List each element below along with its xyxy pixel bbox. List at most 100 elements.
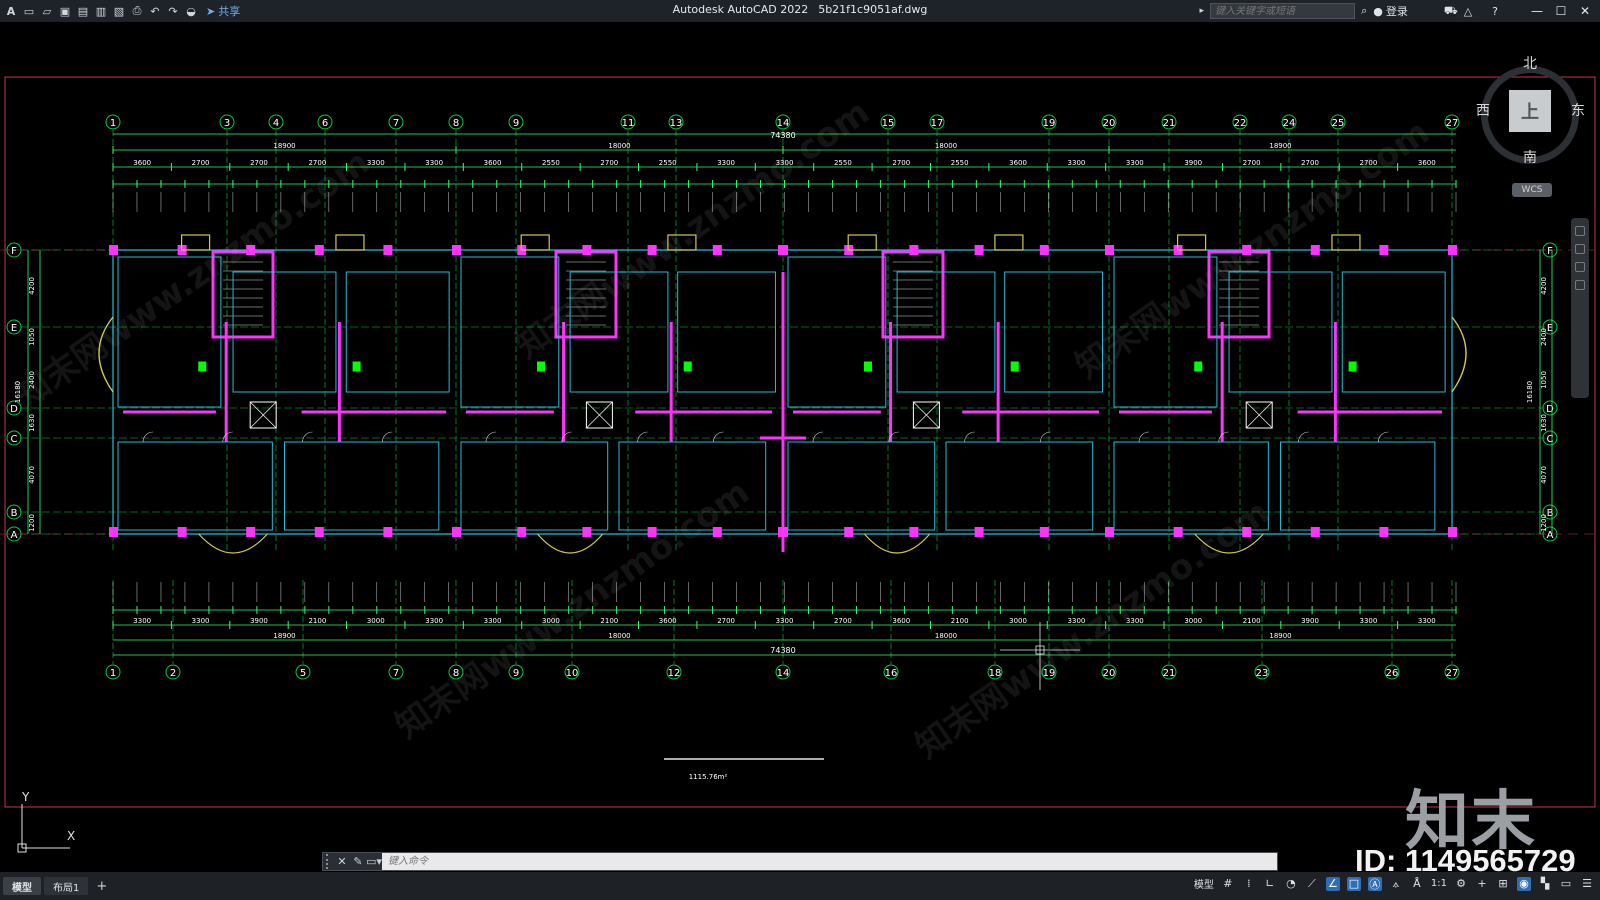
- help-icon[interactable]: ?: [1492, 5, 1498, 18]
- pan-icon[interactable]: [1575, 226, 1585, 236]
- save-as-icon[interactable]: ▤: [76, 4, 90, 18]
- column: [974, 527, 984, 537]
- search-icon[interactable]: ⌕: [1361, 4, 1367, 18]
- view-cube[interactable]: 上 北 南 西 东: [1468, 55, 1593, 180]
- annotation-monitor-icon[interactable]: +: [1475, 877, 1489, 891]
- grid-axis-label: 5: [300, 668, 306, 679]
- autocad-logo-icon[interactable]: A: [4, 4, 18, 18]
- column: [844, 527, 854, 537]
- bay-window: [864, 533, 931, 554]
- redo-icon[interactable]: ↷: [166, 4, 180, 18]
- compass-east[interactable]: 东: [1571, 100, 1585, 120]
- object-snap-tracking-icon[interactable]: ∠: [1325, 876, 1340, 891]
- auto-scale-icon[interactable]: ⟑: [1389, 877, 1403, 891]
- command-prompt-icon[interactable]: ▭▾: [366, 855, 382, 868]
- tab-model[interactable]: 模型: [3, 877, 41, 895]
- wcs-menu-button[interactable]: WCS: [1512, 183, 1552, 197]
- drawing-canvas[interactable]: 1 3 4 6 7 8 9 11 13 14 15 17 19 20 21 22 24 25 27 1 2 5 7 8 9 10 1…: [0, 22, 1600, 872]
- grid-axis-label: 3: [224, 118, 230, 129]
- grid-row-label: F: [11, 246, 17, 257]
- navigation-bar[interactable]: [1571, 218, 1589, 398]
- column: [383, 245, 393, 255]
- mid-dimension: 2700: [600, 159, 618, 167]
- model-space-toggle[interactable]: 模型: [1194, 876, 1214, 891]
- room: [677, 271, 776, 393]
- ortho-icon[interactable]: ∟: [1263, 877, 1277, 891]
- hardware-acceleration-icon[interactable]: ▚: [1538, 877, 1552, 891]
- polar-icon[interactable]: ◔: [1284, 877, 1298, 891]
- autodesk-a360-icon[interactable]: △: [1464, 5, 1472, 18]
- compass-west[interactable]: 西: [1476, 100, 1490, 120]
- plot-preview-icon[interactable]: ▧: [112, 4, 126, 18]
- door-swing: [1378, 431, 1389, 443]
- mid-dimension: 3300: [484, 617, 502, 625]
- balcony: [335, 234, 365, 251]
- column: [582, 245, 592, 255]
- compass-north[interactable]: 北: [1523, 53, 1537, 73]
- grid-axis-label: 21: [1163, 118, 1176, 129]
- object-snap-icon[interactable]: □: [1346, 876, 1361, 891]
- column: [1448, 245, 1457, 255]
- grid-axis-label: 27: [1446, 668, 1459, 679]
- door-swing: [382, 431, 393, 443]
- add-layout-icon[interactable]: +: [96, 879, 107, 894]
- isolate-objects-icon[interactable]: ◉: [1517, 876, 1531, 891]
- save-icon[interactable]: ▣: [58, 4, 72, 18]
- view-cube-top-face[interactable]: 上: [1509, 90, 1551, 132]
- grid-icon[interactable]: #: [1221, 877, 1235, 891]
- workspace-icon[interactable]: ◒: [184, 4, 198, 18]
- mid-dimension: 2100: [951, 617, 969, 625]
- open-folder-icon[interactable]: ▱: [40, 4, 54, 18]
- segment-dimension: 18900: [1269, 142, 1291, 150]
- print-icon[interactable]: ⎙: [130, 4, 144, 18]
- orbit-icon[interactable]: [1575, 262, 1585, 272]
- mid-dimension: 3300: [1418, 617, 1436, 625]
- mid-dimension: 2700: [892, 159, 910, 167]
- cart-icon[interactable]: ⛟: [1444, 4, 1458, 19]
- side-dimension: 1050: [28, 328, 36, 346]
- mid-dimension: 3300: [1126, 159, 1144, 167]
- tab-layout1[interactable]: 布局1: [44, 877, 89, 895]
- column: [314, 245, 324, 255]
- grid-row-label: C: [11, 434, 18, 445]
- publish-icon[interactable]: ▥: [94, 4, 108, 18]
- isodraft-icon[interactable]: ⟋: [1305, 877, 1319, 891]
- annotation-scale-icon[interactable]: Å: [1410, 877, 1424, 891]
- workspace-gear-icon[interactable]: ⚙: [1454, 877, 1468, 891]
- clean-screen-icon[interactable]: ▭: [1559, 877, 1573, 891]
- side-dimension: 4200: [28, 277, 36, 295]
- room: [345, 271, 450, 393]
- showmotion-icon[interactable]: [1575, 280, 1585, 290]
- snap-icon[interactable]: ⁞: [1242, 877, 1256, 891]
- share-button[interactable]: ➤ 共享: [206, 3, 240, 19]
- command-grip-icon[interactable]: [326, 854, 334, 869]
- room: [945, 441, 1094, 531]
- mid-dimension: 3600: [133, 159, 151, 167]
- zoom-icon[interactable]: [1575, 244, 1585, 254]
- search-expand-icon[interactable]: ▸: [1200, 6, 1205, 16]
- grid-axis-label: 15: [882, 118, 895, 129]
- column: [909, 527, 919, 537]
- minimize-button[interactable]: —: [1528, 4, 1546, 18]
- annotation-visibility-icon[interactable]: Ⓐ: [1367, 876, 1382, 891]
- door-swing: [637, 431, 648, 443]
- fixture: [1010, 361, 1019, 372]
- close-button[interactable]: ✕: [1576, 4, 1594, 18]
- new-file-icon[interactable]: ▭: [22, 4, 36, 18]
- undo-icon[interactable]: ↶: [148, 4, 162, 18]
- column: [1039, 245, 1049, 255]
- mid-dimension: 3300: [1359, 617, 1377, 625]
- command-customize-icon[interactable]: ✎: [350, 855, 366, 868]
- customization-menu-icon[interactable]: ☰: [1580, 877, 1594, 891]
- command-close-icon[interactable]: ✕: [334, 855, 350, 868]
- title-bar: A ▭ ▱ ▣ ▤ ▥ ▧ ⎙ ↶ ↷ ◒ ➤ 共享 Autodesk AutoC…: [0, 0, 1600, 22]
- command-line: ✕ ✎ ▭▾: [322, 852, 1278, 871]
- scale-label[interactable]: 1:1: [1431, 878, 1447, 889]
- command-input[interactable]: [382, 853, 1277, 870]
- search-input[interactable]: [1210, 3, 1356, 19]
- fixture: [198, 361, 207, 372]
- login-button[interactable]: ● 登录: [1373, 3, 1408, 19]
- maximize-button[interactable]: ☐: [1552, 4, 1570, 18]
- units-icon[interactable]: ⊞: [1496, 877, 1510, 891]
- compass-south[interactable]: 南: [1523, 147, 1537, 167]
